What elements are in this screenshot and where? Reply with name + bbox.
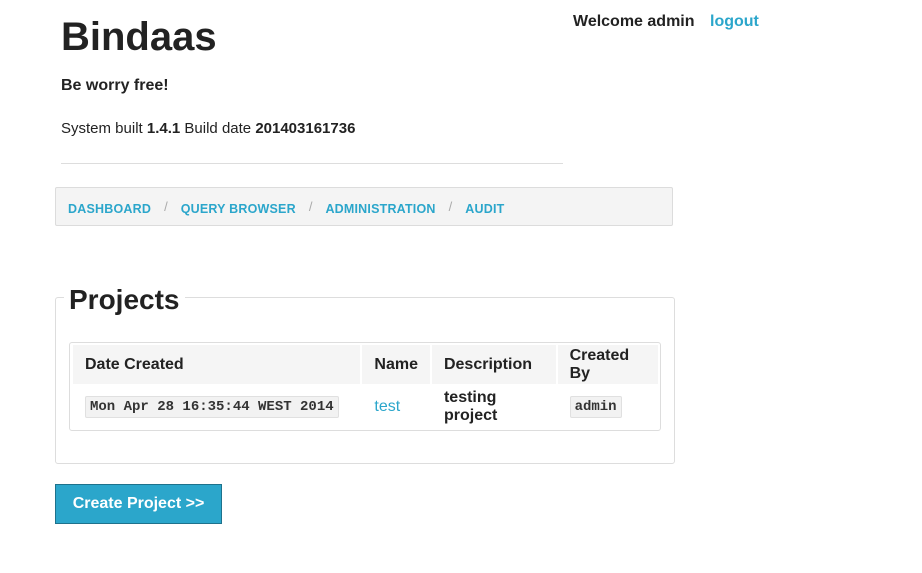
breadcrumb-query-browser[interactable]: QUERY BROWSER (181, 198, 296, 216)
table-header-row: Date Created Name Description Created By (73, 345, 658, 384)
app-title: Bindaas (61, 15, 217, 59)
breadcrumb-dashboard[interactable]: DASHBOARD (68, 198, 151, 216)
breadcrumb: DASHBOARD / QUERY BROWSER / ADMINISTRATI… (55, 187, 673, 226)
build-prefix: System built (61, 120, 143, 137)
create-project-button[interactable]: Create Project >> (55, 484, 222, 524)
column-header-name: Name (362, 345, 430, 384)
cell-description: testing project (443, 388, 498, 424)
build-date-value: 201403161736 (255, 120, 356, 137)
breadcrumb-audit[interactable]: AUDIT (465, 198, 504, 216)
project-link[interactable]: test (374, 398, 400, 415)
breadcrumb-separator: / (164, 198, 168, 214)
breadcrumb-separator: / (308, 198, 313, 214)
projects-table: Date Created Name Description Created By… (71, 345, 660, 429)
header-divider (61, 163, 563, 164)
breadcrumb-administration[interactable]: ADMINISTRATION (325, 198, 435, 216)
column-header-date-created: Date Created (73, 345, 361, 384)
date-created-value: Mon Apr 28 16:35:44 WEST 2014 (85, 396, 339, 418)
projects-title: Projects (64, 283, 185, 317)
cell-name: test (362, 384, 430, 429)
projects-table-container: Date Created Name Description Created By… (69, 342, 661, 431)
column-header-created-by: Created By (557, 345, 658, 384)
column-header-description: Description (431, 345, 556, 384)
welcome-text: Welcome admin (573, 13, 695, 30)
build-info: System built 1.4.1 Build date 2014031617… (61, 120, 355, 138)
cell-date-created: Mon Apr 28 16:35:44 WEST 2014 (73, 384, 360, 429)
build-version: 1.4.1 (146, 120, 181, 137)
build-date-label: Build date (184, 120, 252, 137)
created-by-value: admin (569, 396, 622, 418)
cell-created-by: admin (558, 384, 658, 429)
table-row: Mon Apr 28 16:35:44 WEST 2014 test testi… (73, 384, 658, 429)
logout-link[interactable]: logout (710, 13, 759, 31)
tagline: Be worry free! (61, 77, 169, 94)
breadcrumb-separator: / (448, 198, 453, 214)
